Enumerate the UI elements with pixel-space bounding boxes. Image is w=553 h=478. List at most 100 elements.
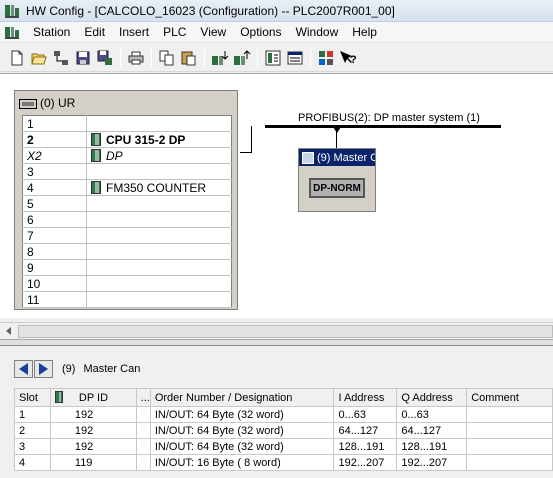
cell-dp-id[interactable]: 192 xyxy=(49,438,137,455)
cell-q-address[interactable]: 192...207 xyxy=(396,454,468,471)
netpro-icon[interactable] xyxy=(315,47,337,69)
rack-slot-row[interactable]: 10 xyxy=(22,275,232,292)
cell-more[interactable] xyxy=(135,438,151,455)
dp-norm-button[interactable]: DP-NORM xyxy=(309,178,365,198)
profibus-line[interactable] xyxy=(265,125,501,128)
column-comment[interactable]: Comment xyxy=(466,388,553,407)
rack-slot-row[interactable]: 4 FM350 COUNTER xyxy=(22,179,232,196)
column-more[interactable]: ... xyxy=(135,388,151,407)
open-icon[interactable] xyxy=(28,47,50,69)
cell-more[interactable] xyxy=(135,454,151,471)
module-cell[interactable] xyxy=(86,259,232,276)
cell-q-address[interactable]: 0...63 xyxy=(396,406,468,423)
cell-i-address[interactable]: 64...127 xyxy=(333,422,398,439)
cell-slot[interactable]: 1 xyxy=(14,406,51,423)
module-cell[interactable] xyxy=(86,115,232,132)
dp-slave-title-bar[interactable]: (9) Master C xyxy=(299,149,375,166)
cell-i-address[interactable]: 128...191 xyxy=(333,438,398,455)
menu-station[interactable]: Station xyxy=(26,22,77,43)
module-cell[interactable] xyxy=(86,275,232,292)
scrollbar-thumb[interactable] xyxy=(18,325,553,338)
rack-slot-row[interactable]: 3 xyxy=(22,163,232,180)
cell-slot[interactable]: 3 xyxy=(14,438,51,455)
module-cell[interactable] xyxy=(86,195,232,212)
cell-dp-id[interactable]: 119 xyxy=(49,454,137,471)
menu-help[interactable]: Help xyxy=(345,22,384,43)
forward-button[interactable] xyxy=(34,360,53,378)
module-cell[interactable] xyxy=(86,291,232,308)
column-q-address[interactable]: Q Address xyxy=(396,388,468,407)
table-row[interactable]: 1 192 IN/OUT: 64 Byte (32 word) 0...63 0...6… xyxy=(14,406,553,423)
column-i-address[interactable]: I Address xyxy=(333,388,398,407)
profibus-label[interactable]: PROFIBUS(2): DP master system (1) xyxy=(298,112,480,124)
menu-edit[interactable]: Edit xyxy=(77,22,112,43)
menu-plc[interactable]: PLC xyxy=(156,22,193,43)
cell-comment[interactable] xyxy=(466,422,553,439)
module-cell[interactable] xyxy=(86,243,232,260)
menu-options[interactable]: Options xyxy=(233,22,288,43)
print-icon[interactable] xyxy=(125,47,147,69)
save-compile-icon[interactable] xyxy=(94,47,116,69)
module-information-icon[interactable] xyxy=(262,47,284,69)
help-icon[interactable]: ? xyxy=(337,47,359,69)
catalog-icon[interactable] xyxy=(284,47,306,69)
cell-dp-id[interactable]: 192 xyxy=(49,422,137,439)
column-designation[interactable]: Order Number / Designation xyxy=(149,388,335,407)
module-cell[interactable]: DP xyxy=(86,147,232,164)
cell-more[interactable] xyxy=(135,422,151,439)
rack-slot-row[interactable]: 9 xyxy=(22,259,232,276)
column-dp-id[interactable]: DP ID xyxy=(49,388,137,407)
paste-icon[interactable] xyxy=(178,47,200,69)
rack-slot-row[interactable]: 2 CPU 315-2 DP xyxy=(22,131,232,148)
rack-slot-row[interactable]: X2 DP xyxy=(22,147,232,164)
menu-view[interactable]: View xyxy=(193,22,233,43)
cell-comment[interactable] xyxy=(466,438,553,455)
cell-dp-id[interactable]: 192 xyxy=(49,406,137,423)
download-to-module-icon[interactable] xyxy=(209,47,231,69)
cell-slot[interactable]: 4 xyxy=(14,454,51,471)
module-cell[interactable]: FM350 COUNTER xyxy=(86,179,232,196)
cell-i-address[interactable]: 0...63 xyxy=(333,406,398,423)
column-slot[interactable]: Slot xyxy=(14,388,51,407)
table-row[interactable]: 3 192 IN/OUT: 64 Byte (32 word) 128...191 12… xyxy=(14,438,553,455)
rack-slot-row[interactable]: 7 xyxy=(22,227,232,244)
cell-i-address[interactable]: 192...207 xyxy=(333,454,398,471)
menu-window[interactable]: Window xyxy=(289,22,346,43)
cell-designation[interactable]: IN/OUT: 16 Byte ( 8 word) xyxy=(149,454,335,471)
dp-slave-window[interactable]: (9) Master C DP-NORM xyxy=(298,148,376,212)
rack-slot-row[interactable]: 5 xyxy=(22,195,232,212)
scroll-left-icon[interactable] xyxy=(6,327,11,335)
rack-slot-row[interactable]: 11 xyxy=(22,291,232,308)
new-icon[interactable] xyxy=(6,47,28,69)
rack-window[interactable]: (0) UR 1 2 CPU 315-2 DP X2 DP 3 4 FM350 COUNTER… xyxy=(14,90,238,310)
cell-slot[interactable]: 2 xyxy=(14,422,51,439)
cell-designation[interactable]: IN/OUT: 64 Byte (32 word) xyxy=(149,406,335,423)
upload-from-module-icon[interactable] xyxy=(231,47,253,69)
module-cell[interactable] xyxy=(86,211,232,228)
slot-number: 5 xyxy=(22,195,87,212)
cell-designation[interactable]: IN/OUT: 64 Byte (32 word) xyxy=(149,422,335,439)
table-row[interactable]: 2 192 IN/OUT: 64 Byte (32 word) 64...127 64.… xyxy=(14,422,553,439)
pane-splitter[interactable] xyxy=(0,339,553,346)
copy-icon[interactable] xyxy=(156,47,178,69)
cell-more[interactable] xyxy=(135,406,151,423)
toolbar: ? xyxy=(0,44,553,72)
module-cell[interactable] xyxy=(86,163,232,180)
cell-comment[interactable] xyxy=(466,454,553,471)
rack-slot-row[interactable]: 8 xyxy=(22,243,232,260)
table-row[interactable]: 4 119 IN/OUT: 16 Byte ( 8 word) 192...207 19… xyxy=(14,454,553,471)
save-icon[interactable] xyxy=(72,47,94,69)
module-cell[interactable] xyxy=(86,227,232,244)
cell-q-address[interactable]: 128...191 xyxy=(396,438,468,455)
document-icon[interactable] xyxy=(4,24,20,40)
rack-slot-row[interactable]: 1 xyxy=(22,115,232,132)
back-button[interactable] xyxy=(14,360,33,378)
menu-insert[interactable]: Insert xyxy=(112,22,156,43)
horizontal-scrollbar[interactable] xyxy=(0,322,553,339)
cell-q-address[interactable]: 64...127 xyxy=(396,422,468,439)
rack-slot-row[interactable]: 6 xyxy=(22,211,232,228)
module-cell[interactable]: CPU 315-2 DP xyxy=(86,131,232,148)
cell-designation[interactable]: IN/OUT: 64 Byte (32 word) xyxy=(149,438,335,455)
cell-comment[interactable] xyxy=(466,406,553,423)
network-config-icon[interactable] xyxy=(50,47,72,69)
